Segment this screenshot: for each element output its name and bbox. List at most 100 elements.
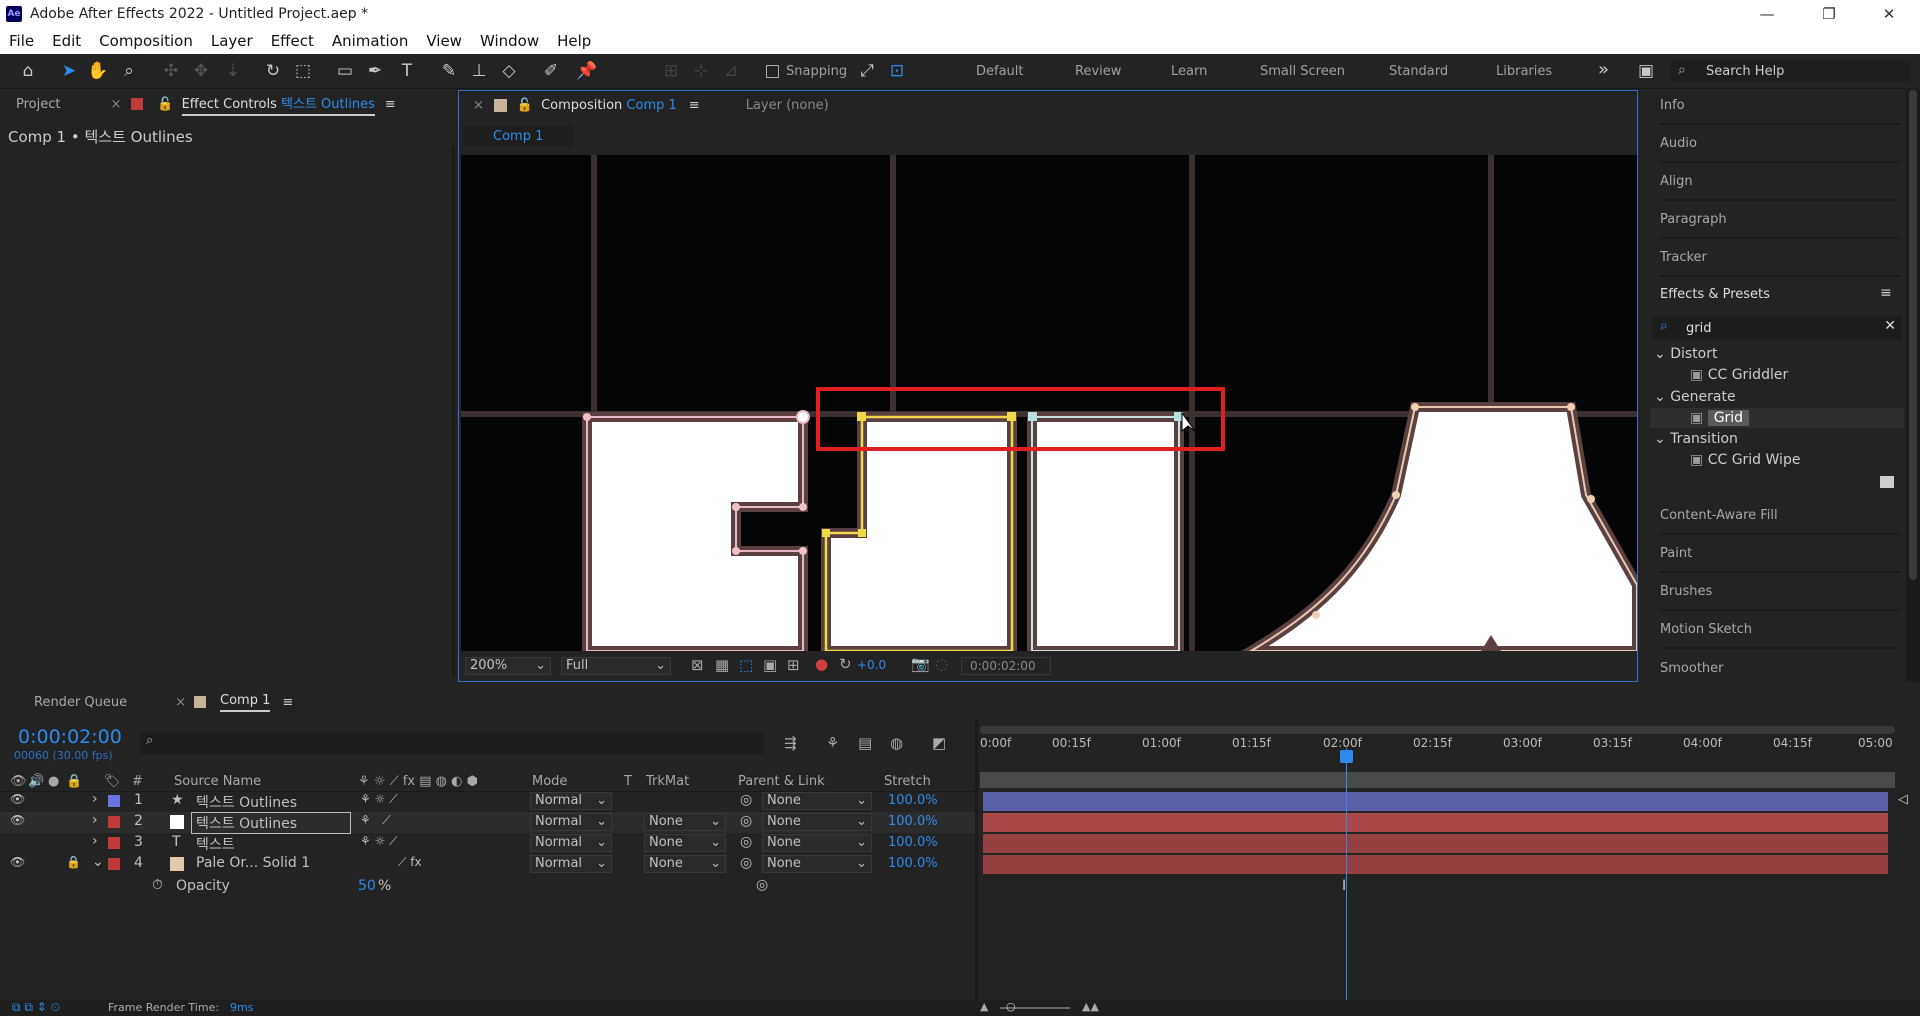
menu-window[interactable]: Window xyxy=(471,32,548,50)
panel-tracker[interactable]: Tracker xyxy=(1660,239,1900,277)
zoom-slider-thumb[interactable]: ○ xyxy=(1006,1000,1016,1013)
menu-view[interactable]: View xyxy=(417,32,471,50)
tree-item-cc-grid-wipe[interactable]: ▣ CC Grid Wipe xyxy=(1690,452,1800,468)
property-pickwhip-icon[interactable]: ◎ xyxy=(756,877,768,893)
graph-editor-icon[interactable]: ◩ xyxy=(932,734,946,752)
layer-row-4[interactable]: 👁 🔒 ⌄ 4 Pale Or... Solid 1 ⟋ fx Normal ⌄ … xyxy=(0,854,975,875)
label-column-icon[interactable]: 🏷 xyxy=(104,774,121,789)
layer-name[interactable]: Pale Or... Solid 1 xyxy=(196,855,310,871)
layer-switches[interactable]: ⚘ ☼ ⟋ xyxy=(360,792,398,807)
effects-presets-title[interactable]: Effects & Presets xyxy=(1660,287,1770,302)
workspace-menu-icon[interactable]: ▣ xyxy=(1632,60,1660,82)
workspace-default[interactable]: Default xyxy=(976,64,1024,79)
current-time[interactable]: 0:00:02:00 xyxy=(18,726,122,748)
panel-smoother[interactable]: Smoother xyxy=(1660,649,1900,687)
panel-menu-icon[interactable]: ≡ xyxy=(385,97,396,112)
close-tab-icon[interactable]: × xyxy=(110,97,121,112)
panel-audio[interactable]: Audio xyxy=(1660,125,1900,163)
menu-help[interactable]: Help xyxy=(548,32,600,50)
region-of-interest-icon[interactable]: ▣ xyxy=(763,656,777,674)
pan-tool-icon[interactable]: ✥ xyxy=(190,60,212,82)
tab-effect-controls[interactable]: Effect Controls 텍스트 Outlines xyxy=(181,93,375,116)
layer-switches[interactable]: ⟋ fx xyxy=(398,855,422,870)
snap-expand-icon[interactable]: ⤢ xyxy=(856,60,878,82)
lock-column-icon[interactable]: 🔒 xyxy=(66,774,82,789)
minimize-button[interactable]: — xyxy=(1744,0,1790,28)
reset-exposure-icon[interactable]: ↻ xyxy=(839,655,852,673)
pickwhip-icon[interactable]: ◎ xyxy=(740,813,752,829)
show-snapshot-icon[interactable]: ◌ xyxy=(935,655,948,673)
menu-animation[interactable]: Animation xyxy=(323,32,417,50)
snap-target-icon[interactable]: ⊡ xyxy=(886,60,908,82)
exposure-value[interactable]: +0.0 xyxy=(857,658,886,672)
tab-timeline-comp[interactable]: Comp 1 xyxy=(220,693,271,712)
layer-label-swatch[interactable] xyxy=(108,816,120,828)
rotation-tool-icon[interactable]: ↻ xyxy=(262,60,284,82)
tab-composition[interactable]: Composition Comp 1 xyxy=(541,98,677,113)
tab-layer[interactable]: Layer (none) xyxy=(746,98,829,113)
layer-name[interactable]: 텍스트 Outlines xyxy=(196,792,297,812)
hand-tool-icon[interactable]: ✋ xyxy=(87,60,109,82)
viewer-timecode[interactable]: 0:00:02:00 xyxy=(961,657,1051,675)
panel-paragraph[interactable]: Paragraph xyxy=(1660,201,1900,239)
layer-row-1[interactable]: 👁 › 1 ★ 텍스트 Outlines ⚘ ☼ ⟋ Normal ⌄ ◎ Non… xyxy=(0,791,975,812)
layer-row-3[interactable]: › 3 T 텍스트 ⚘ ☼ ⟋ Normal ⌄ None ⌄ ◎ None ⌄ 10… xyxy=(0,833,975,854)
layer-name-editing[interactable]: 텍스트 Outlines xyxy=(191,812,351,834)
tree-item-grid[interactable]: ▣ Grid xyxy=(1690,410,1750,426)
mask-visibility-icon[interactable]: ⬚ xyxy=(739,656,753,674)
preview-toggle-icon[interactable]: ⊠ xyxy=(691,656,704,674)
playhead-line[interactable] xyxy=(1346,748,1347,1016)
timeline-search-input[interactable]: ⌕ xyxy=(140,732,764,754)
frame-blending-icon[interactable]: ▤ xyxy=(858,734,872,752)
pen-tool-icon[interactable]: ✒ xyxy=(364,60,386,82)
layer-bar-1[interactable] xyxy=(983,792,1888,811)
effects-menu-icon[interactable]: ≡ xyxy=(1880,285,1892,301)
stretch-value[interactable]: 100.0% xyxy=(888,856,938,871)
mode-select[interactable]: Normal ⌄ xyxy=(530,834,612,852)
stretch-value[interactable]: 100.0% xyxy=(888,835,938,850)
zoom-tool-icon[interactable]: ⌕ xyxy=(118,60,140,82)
motion-blur-icon[interactable]: ◍ xyxy=(890,734,903,752)
comp-lock-icon[interactable]: 🔓 xyxy=(517,98,533,113)
axis-world-icon[interactable]: ⊹ xyxy=(690,60,712,82)
trkmat-select[interactable]: None ⌄ xyxy=(644,855,726,873)
work-area-bar[interactable] xyxy=(980,726,1895,734)
parent-select[interactable]: None ⌄ xyxy=(762,792,872,810)
tab-render-queue[interactable]: Render Queue xyxy=(34,695,127,710)
property-row-opacity[interactable]: ⏱ Opacity 50 % ◎ xyxy=(0,876,975,897)
solo-icon[interactable]: ● xyxy=(48,774,59,789)
resolution-select[interactable]: Full ⌄ xyxy=(561,657,671,675)
menu-composition[interactable]: Composition xyxy=(90,32,202,50)
snapping-checkbox[interactable] xyxy=(766,65,779,78)
dolly-tool-icon[interactable]: ⇣ xyxy=(222,60,244,82)
lock-icon[interactable]: 🔓 xyxy=(157,97,173,112)
eye-icon[interactable]: 👁 xyxy=(10,813,25,827)
brush-tool-icon[interactable]: ✎ xyxy=(438,60,460,82)
rectangle-tool-icon[interactable]: ▭ xyxy=(334,60,356,82)
eraser-tool-icon[interactable]: ◇ xyxy=(498,60,520,82)
opacity-value[interactable]: 50 xyxy=(358,878,376,894)
mode-select[interactable]: Normal ⌄ xyxy=(530,792,612,810)
mode-select[interactable]: Normal ⌄ xyxy=(530,813,612,831)
puppet-pin-icon[interactable]: 📌 xyxy=(576,60,598,82)
pickwhip-icon[interactable]: ◎ xyxy=(740,792,752,808)
zoom-in-icon[interactable]: ▲▲ xyxy=(1082,1000,1099,1013)
mode-select[interactable]: Normal ⌄ xyxy=(530,855,612,873)
workspace-review[interactable]: Review xyxy=(1075,64,1121,79)
workspace-libraries[interactable]: Libraries xyxy=(1496,64,1552,79)
maximize-button[interactable]: ❐ xyxy=(1806,0,1852,28)
tree-category-generate[interactable]: ⌄ Generate xyxy=(1654,389,1736,405)
video-visibility-icon[interactable]: 👁 xyxy=(10,774,27,789)
composition-flowchart-icon[interactable]: ⇶ xyxy=(784,734,797,752)
trkmat-select[interactable]: None ⌄ xyxy=(644,813,726,831)
workspace-small-screen[interactable]: Small Screen xyxy=(1260,64,1345,79)
eye-icon[interactable]: 👁 xyxy=(10,855,25,869)
stretch-value[interactable]: 100.0% xyxy=(888,793,938,808)
type-tool-icon[interactable]: T xyxy=(396,60,418,82)
tree-item-grid-row[interactable] xyxy=(1650,408,1904,428)
layer-label-swatch[interactable] xyxy=(108,858,120,870)
panel-motion-sketch[interactable]: Motion Sketch xyxy=(1660,611,1900,649)
comp-viewer[interactable] xyxy=(461,155,1637,651)
pan-behind-icon[interactable]: ⬚ xyxy=(292,60,314,82)
tree-category-distort[interactable]: ⌄ Distort xyxy=(1654,346,1717,362)
